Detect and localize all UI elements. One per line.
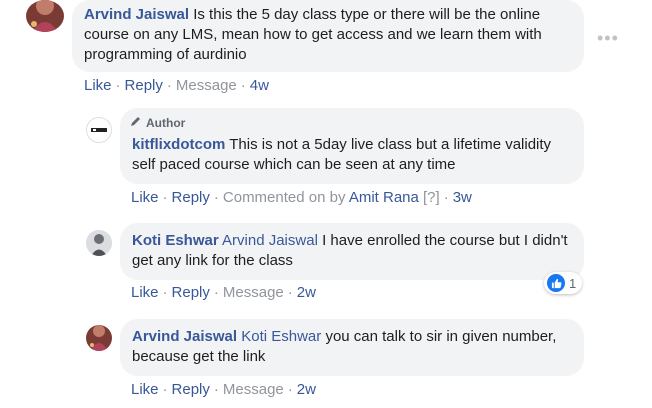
avatar-koti[interactable]	[86, 230, 112, 256]
timestamp[interactable]: 2w	[297, 381, 316, 398]
reply-button[interactable]: Reply	[172, 189, 210, 206]
reply-button[interactable]: Reply	[172, 284, 210, 301]
comment-bubble: Koti Eshwar Arvind Jaiswal I have enroll…	[120, 223, 584, 280]
like-button[interactable]: Like	[131, 284, 159, 301]
like-button[interactable]: Like	[84, 77, 112, 94]
reply-button[interactable]: Reply	[172, 381, 210, 398]
author-badge: Author	[130, 113, 185, 133]
reaction-count: 1	[569, 275, 577, 291]
comment-author[interactable]: Koti Eshwar	[132, 232, 219, 249]
comment-author[interactable]: Arvind Jaiswal	[84, 6, 189, 23]
reply-button[interactable]: Reply	[125, 77, 163, 94]
comment-bubble: Arvind Jaiswal Is this the 5 day class t…	[72, 0, 584, 72]
avatar-arvind[interactable]	[86, 325, 112, 351]
timestamp[interactable]: 2w	[297, 284, 316, 301]
comment-actions: Like · Reply · Commented on by Amit Rana [?]…	[131, 189, 472, 206]
help-link[interactable]: [?]	[423, 189, 440, 206]
comment-author[interactable]: Arvind Jaiswal	[132, 328, 237, 345]
message-link[interactable]: Message	[176, 77, 237, 94]
thumbs-up-icon	[547, 274, 565, 292]
commented-by-link[interactable]: Amit Rana	[349, 189, 419, 206]
comment-author[interactable]: kitflixdotcom	[132, 136, 225, 153]
timestamp[interactable]: 4w	[250, 77, 269, 94]
author-label: Author	[146, 116, 186, 130]
reaction-summary[interactable]: 1	[544, 272, 583, 294]
avatar-arvind[interactable]	[26, 0, 64, 32]
timestamp[interactable]: 3w	[453, 189, 472, 206]
mention-link[interactable]: Koti Eshwar	[241, 328, 321, 345]
like-button[interactable]: Like	[131, 381, 159, 398]
more-options-icon[interactable]: •••	[597, 28, 619, 49]
mention-link[interactable]: Arvind Jaiswal	[222, 232, 318, 249]
pencil-icon	[130, 113, 142, 133]
comment-actions: Like · Reply · Message · 2w	[131, 381, 316, 398]
message-link[interactable]: Message	[223, 284, 284, 301]
comment-bubble: Author kitflixdotcom This is not a 5day …	[120, 108, 584, 184]
comment-actions: Like · Reply · Message · 2w	[131, 284, 316, 301]
comment-bubble: Arvind Jaiswal Koti Eshwar you can talk …	[120, 319, 584, 376]
like-button[interactable]: Like	[131, 189, 159, 206]
message-link[interactable]: Message	[223, 381, 284, 398]
avatar-kitflix[interactable]	[86, 117, 112, 143]
comment-actions: Like · Reply · Message · 4w	[84, 77, 269, 94]
commented-on-label: Commented on by	[222, 189, 346, 206]
